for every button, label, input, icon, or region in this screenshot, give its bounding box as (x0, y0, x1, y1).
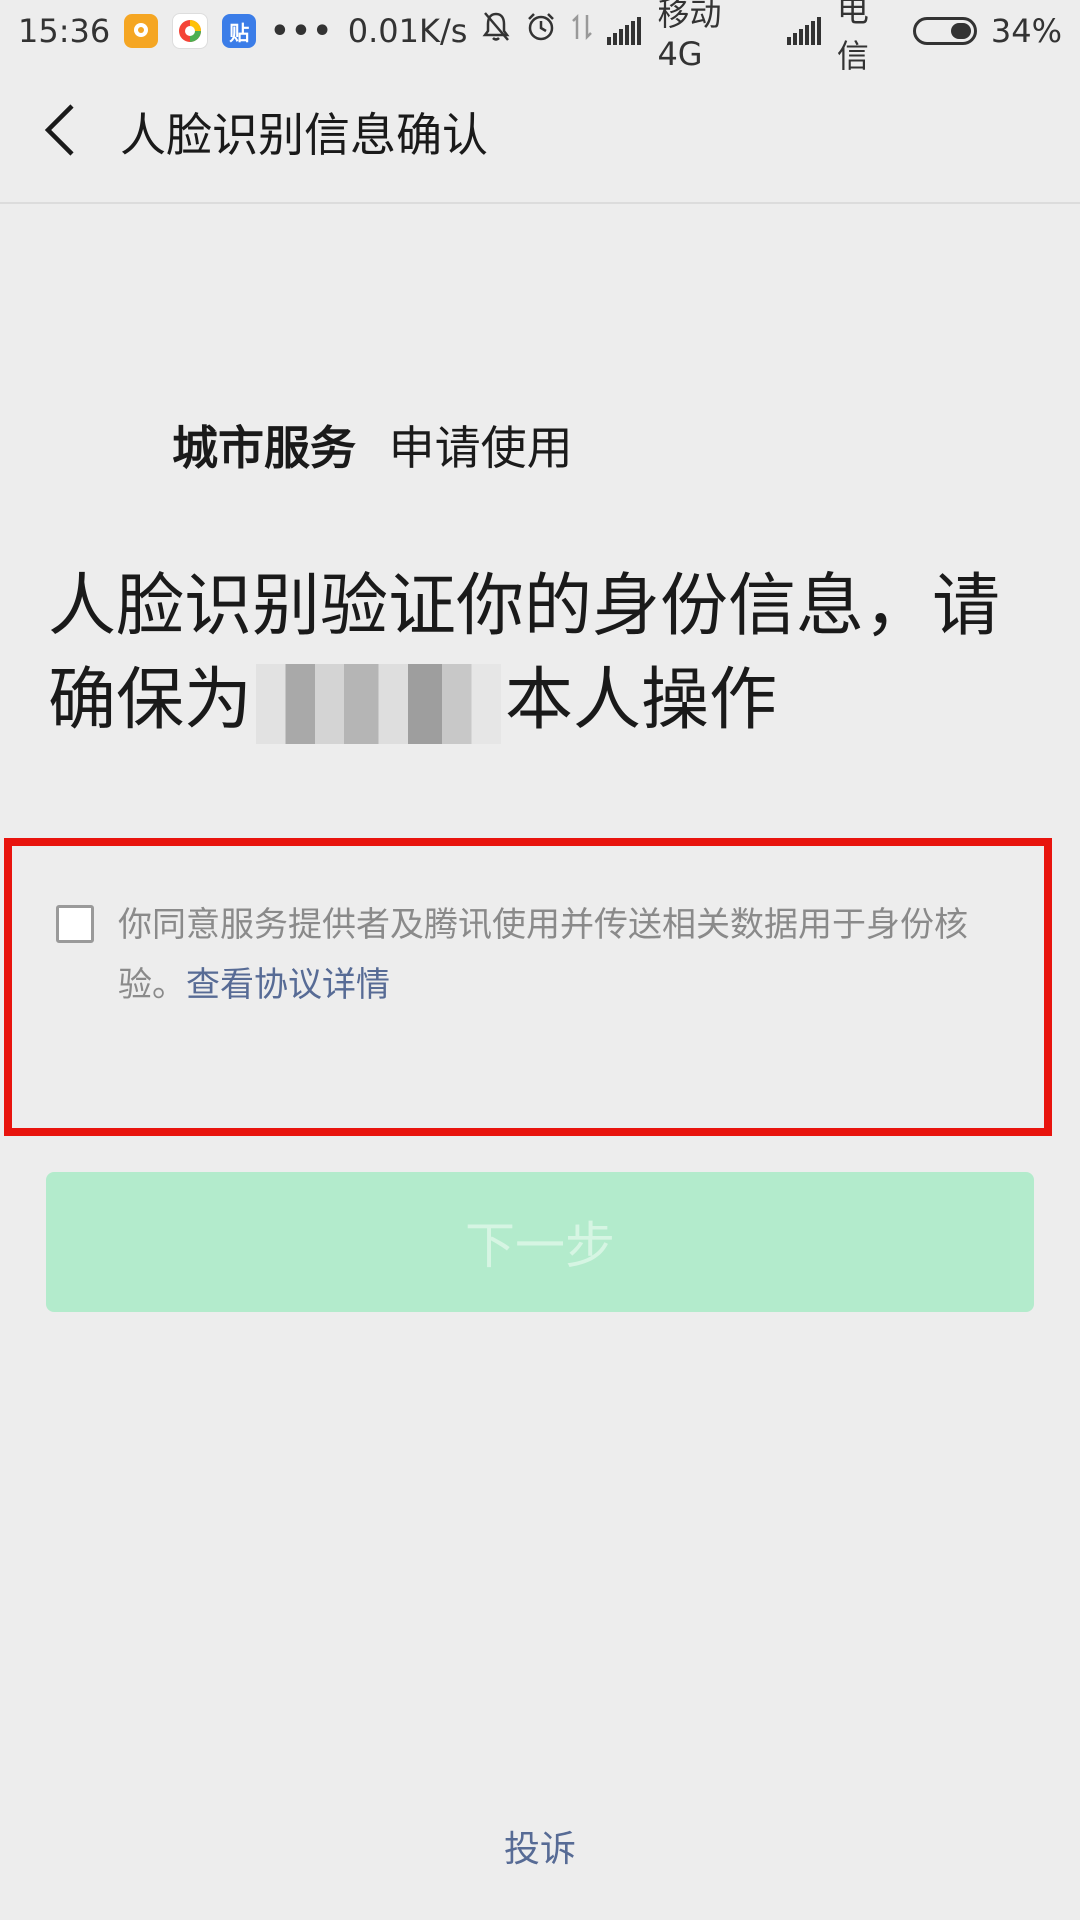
headline-part2: 本人操作 (505, 661, 778, 740)
status-bar: 15:36 贴 ••• 0.01K/s 移动 4G 电信 34% (0, 0, 1080, 75)
verification-headline: 人脸识别验证你的身份信息，请确保为 本人操作 (48, 560, 1048, 748)
back-button[interactable] (0, 62, 120, 202)
browser-icon (172, 13, 209, 49)
next-step-button[interactable]: 下一步 (46, 1172, 1034, 1312)
battery-icon (912, 17, 977, 45)
nav-bar: 人脸识别信息确认 (0, 62, 1080, 204)
alarm-icon (525, 11, 557, 51)
agreement-checkbox[interactable] (56, 905, 94, 943)
status-bar-left: 15:36 贴 ••• 0.01K/s (18, 12, 481, 50)
battery-level: 34% (990, 12, 1062, 50)
clock: 15:36 (18, 12, 111, 50)
request-line: 城市服务 申请使用 (172, 412, 573, 478)
network-speed: 0.01K/s (347, 12, 468, 50)
app-name: 城市服务 (172, 421, 356, 475)
more-notifications-icon: ••• (270, 13, 334, 49)
data-transfer-icon (571, 11, 593, 51)
tieba-icon: 贴 (222, 14, 257, 48)
complain-link[interactable]: 投诉 (0, 1820, 1080, 1872)
request-text: 申请使用 (388, 421, 573, 475)
page-title: 人脸识别信息确认 (120, 108, 488, 162)
agreement-text: 你同意服务提供者及腾讯使用并传送相关数据用于身份核验。查看协议详情 (118, 895, 1028, 1015)
masked-user-name (256, 664, 502, 745)
signal-icon-2 (786, 17, 823, 45)
chevron-left-icon (40, 100, 80, 164)
bell-muted-icon (481, 11, 511, 51)
agreement-details-link[interactable]: 查看协议详情 (186, 965, 390, 1005)
chat-bubble-icon (124, 14, 159, 48)
signal-icon-1 (607, 17, 643, 45)
